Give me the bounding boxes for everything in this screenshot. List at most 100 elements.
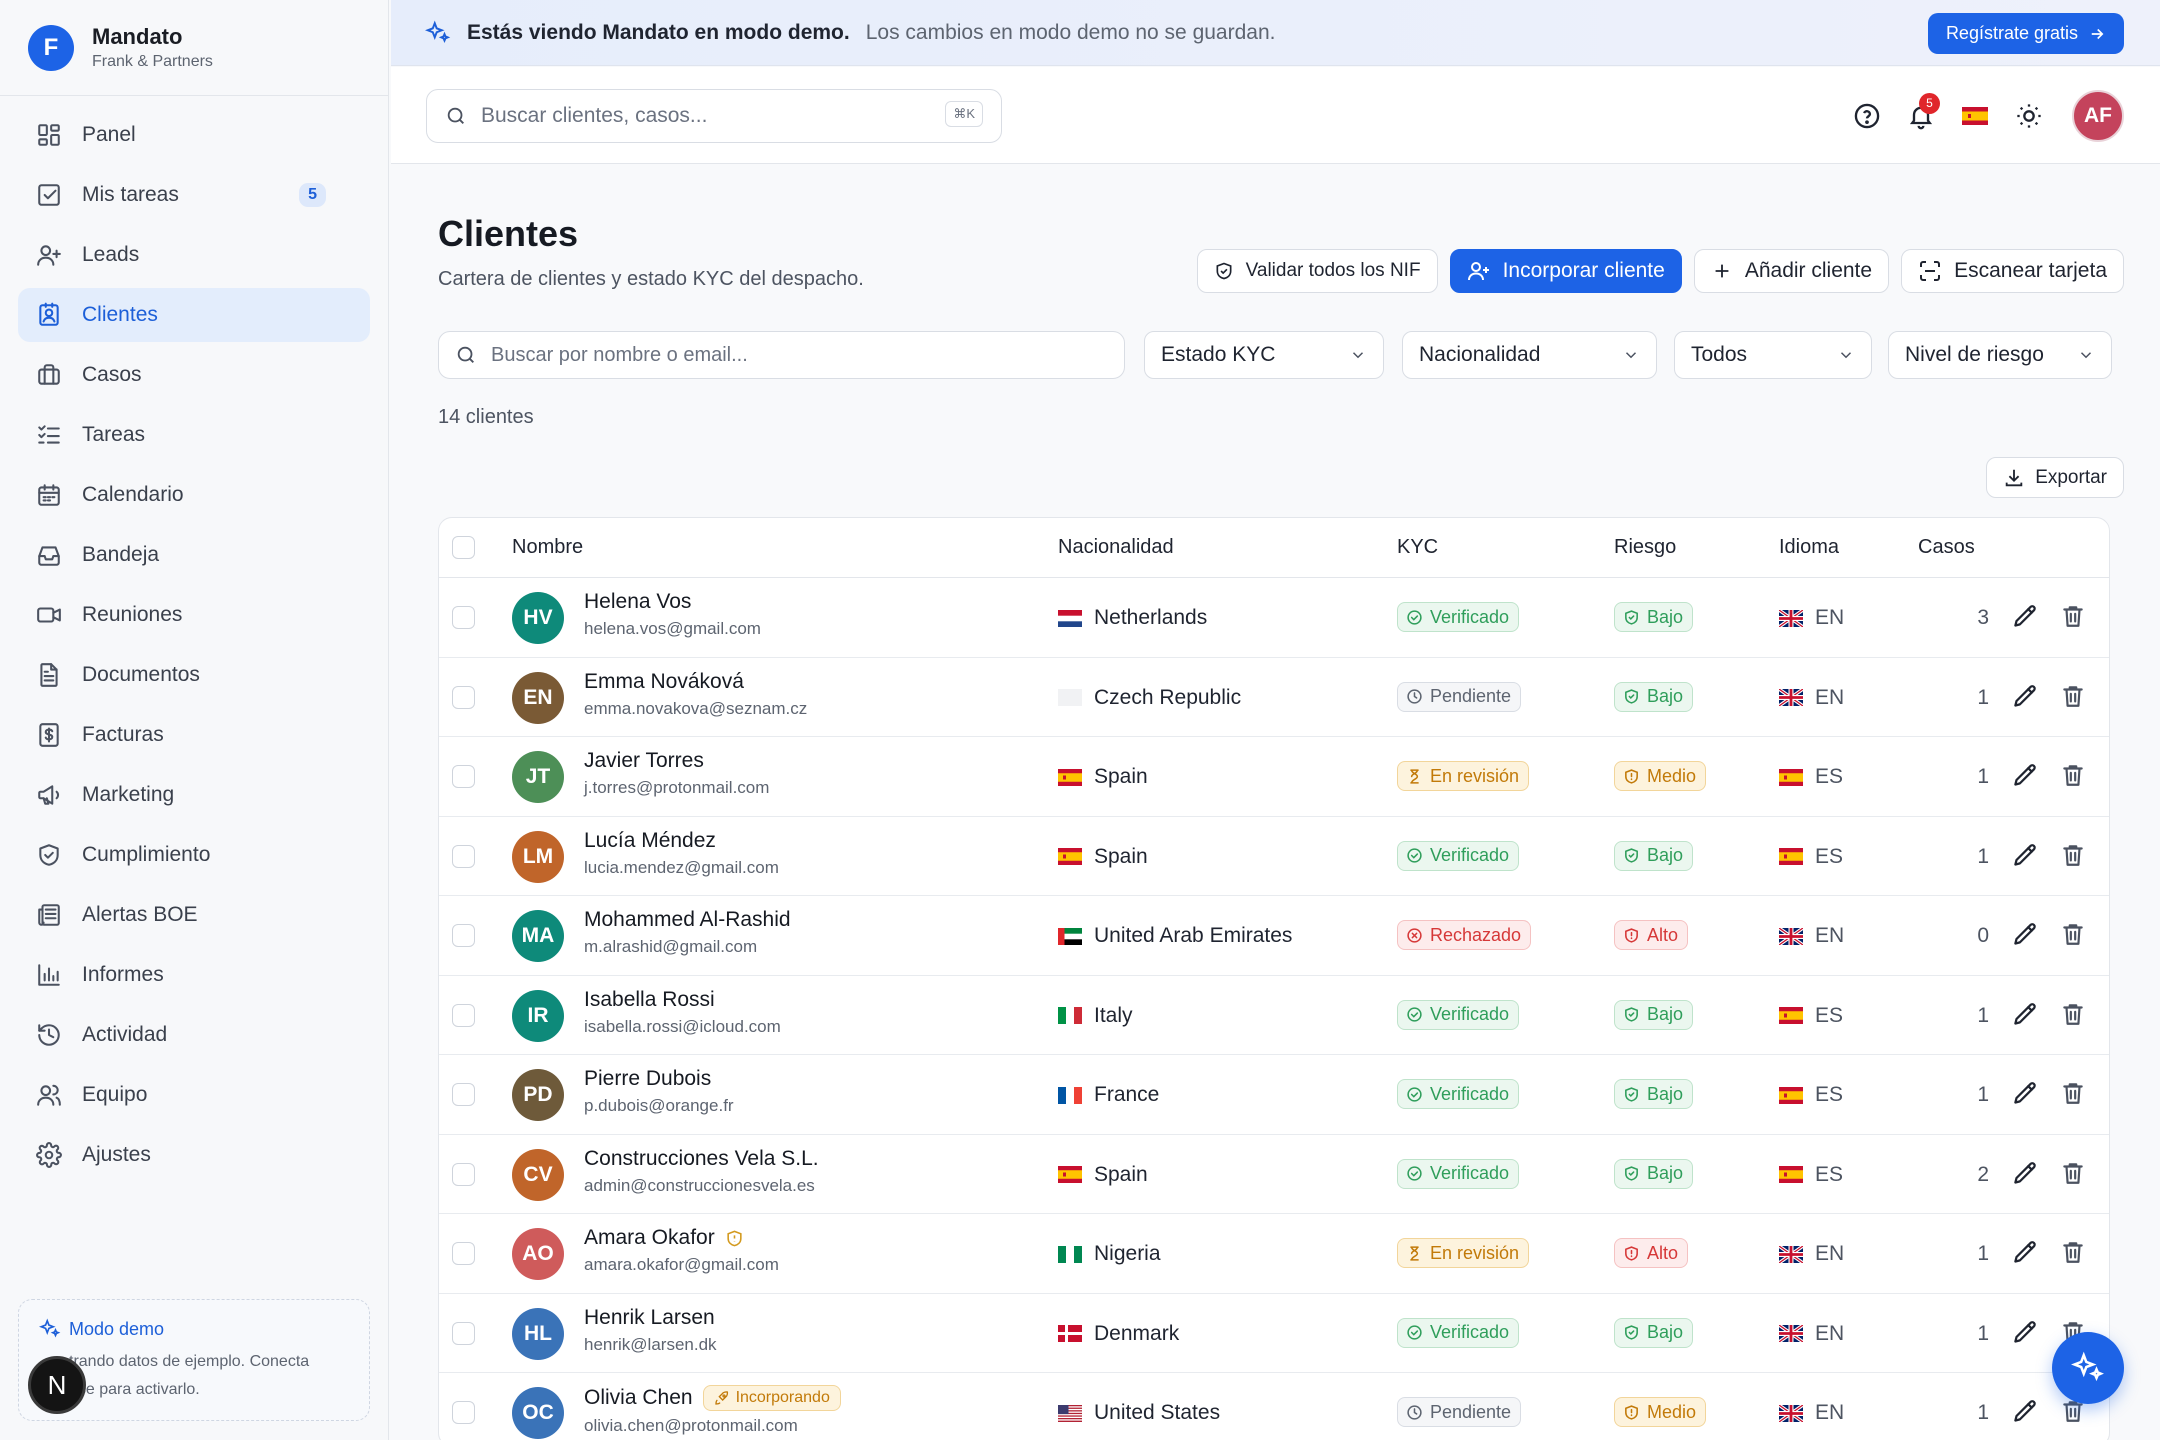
trash-icon[interactable] <box>2060 1001 2086 1027</box>
theme-toggle[interactable] <box>2002 89 2056 143</box>
sidebar-item-alertas-boe[interactable]: Alertas BOE <box>18 888 370 942</box>
register-button[interactable]: Regístrate gratis <box>1927 13 2124 54</box>
client-type-select[interactable]: Todos <box>1674 331 1872 379</box>
edit-icon[interactable] <box>2012 1398 2039 1425</box>
column-name[interactable]: Nombre <box>512 536 583 559</box>
table-row[interactable]: IR Isabella Rossi isabella.rossi@icloud.co… <box>439 976 2109 1055</box>
sidebar-item-clientes[interactable]: Clientes <box>18 288 370 342</box>
client-name[interactable]: Amara Okafor <box>584 1226 715 1250</box>
sidebar-item-leads[interactable]: Leads <box>18 228 370 282</box>
edit-icon[interactable] <box>2012 1239 2039 1266</box>
client-name[interactable]: Henrik Larsen <box>584 1306 715 1330</box>
column-risk[interactable]: Riesgo <box>1614 536 1676 559</box>
client-email: henrik@larsen.dk <box>584 1334 717 1354</box>
column-cases[interactable]: Casos <box>1918 536 1975 559</box>
user-avatar[interactable]: AF <box>2072 89 2124 142</box>
client-search-input[interactable]: Buscar por nombre o email... <box>438 331 1125 379</box>
global-search-input[interactable]: Buscar clientes, casos... ⌘K <box>426 89 1002 143</box>
trash-icon[interactable] <box>2060 762 2086 788</box>
kyc-status-select[interactable]: Estado KYC <box>1144 331 1384 379</box>
dev-tools-badge[interactable]: N <box>28 1356 86 1414</box>
edit-icon[interactable] <box>2012 603 2039 630</box>
row-checkbox[interactable] <box>452 1162 475 1186</box>
trash-icon[interactable] <box>2060 1080 2086 1106</box>
brand[interactable]: F Mandato Frank & Partners <box>0 0 388 96</box>
table-row[interactable]: AO Amara Okafor amara.okafor@gmail.com Nige… <box>439 1214 2109 1294</box>
table-row[interactable]: CV Construcciones Vela S.L. admin@construc… <box>439 1135 2109 1214</box>
edit-icon[interactable] <box>2012 1160 2039 1187</box>
sidebar-item-ajustes[interactable]: Ajustes <box>18 1128 370 1182</box>
sidebar-item-calendario[interactable]: Calendario <box>18 468 370 522</box>
client-name[interactable]: Helena Vos <box>584 590 691 614</box>
trash-icon[interactable] <box>2060 1160 2086 1186</box>
onboard-client-button[interactable]: Incorporar cliente <box>1449 249 1682 293</box>
sidebar-item-informes[interactable]: Informes <box>18 948 370 1002</box>
edit-icon[interactable] <box>2012 921 2039 948</box>
trash-icon[interactable] <box>2060 1239 2086 1265</box>
sidebar-item-tareas[interactable]: Tareas <box>18 408 370 462</box>
help-button[interactable] <box>1840 89 1894 143</box>
trash-icon[interactable] <box>2060 683 2086 709</box>
sidebar-item-casos[interactable]: Casos <box>18 348 370 402</box>
table-row[interactable]: HL Henrik Larsen henrik@larsen.dk Denmark Ve… <box>439 1294 2109 1373</box>
language-switcher[interactable] <box>1948 89 2002 143</box>
table-row[interactable]: JT Javier Torres j.torres@protonmail.com Sp… <box>439 737 2109 817</box>
row-checkbox[interactable] <box>452 844 475 868</box>
nationality-select[interactable]: Nacionalidad <box>1402 331 1657 379</box>
edit-icon[interactable] <box>2012 762 2039 789</box>
column-nationality[interactable]: Nacionalidad <box>1058 536 1174 559</box>
sidebar-item-reuniones[interactable]: Reuniones <box>18 588 370 642</box>
sidebar-item-bandeja[interactable]: Bandeja <box>18 528 370 582</box>
edit-icon[interactable] <box>2012 842 2039 869</box>
column-language[interactable]: Idioma <box>1779 536 1839 559</box>
trash-icon[interactable] <box>2060 921 2086 947</box>
table-row[interactable]: OC Olivia Chen Incorporando olivia.chen@pro… <box>439 1373 2109 1440</box>
export-button[interactable]: Exportar <box>1986 457 2124 498</box>
validate-nif-button[interactable]: Validar todos los NIF <box>1196 249 1438 293</box>
column-kyc[interactable]: KYC <box>1397 536 1438 559</box>
client-name[interactable]: Isabella Rossi <box>584 988 715 1012</box>
client-name[interactable]: Pierre Dubois <box>584 1067 711 1091</box>
table-row[interactable]: EN Emma Nováková emma.novakova@seznam.cz Cz… <box>439 658 2109 737</box>
table-row[interactable]: PD Pierre Dubois p.dubois@orange.fr France V… <box>439 1055 2109 1135</box>
client-name[interactable]: Olivia Chen <box>584 1386 693 1410</box>
trash-icon[interactable] <box>2060 603 2086 629</box>
notifications-button[interactable]: 5 <box>1894 89 1948 143</box>
edit-icon[interactable] <box>2012 683 2039 710</box>
row-checkbox[interactable] <box>452 1321 475 1345</box>
client-name[interactable]: Lucía Méndez <box>584 829 716 853</box>
scan-card-button[interactable]: Escanear tarjeta <box>1901 249 2124 293</box>
select-all-checkbox[interactable] <box>452 536 475 559</box>
sidebar-item-mis-tareas[interactable]: Mis tareas 5 <box>18 168 370 222</box>
row-checkbox[interactable] <box>452 685 475 709</box>
sidebar-item-facturas[interactable]: Facturas <box>18 708 370 762</box>
row-checkbox[interactable] <box>452 1401 475 1424</box>
row-checkbox[interactable] <box>452 1242 475 1265</box>
row-checkbox[interactable] <box>452 924 475 947</box>
row-checkbox[interactable] <box>452 1003 475 1027</box>
client-name[interactable]: Mohammed Al-Rashid <box>584 908 791 932</box>
sidebar-item-actividad[interactable]: Actividad <box>18 1008 370 1062</box>
row-checkbox[interactable] <box>452 1083 475 1106</box>
row-checkbox[interactable] <box>452 765 475 788</box>
sidebar-item-cumplimiento[interactable]: Cumplimiento <box>18 828 370 882</box>
table-row[interactable]: HV Helena Vos helena.vos@gmail.com Netherla… <box>439 578 2109 658</box>
sidebar-item-equipo[interactable]: Equipo <box>18 1068 370 1122</box>
sidebar-item-panel[interactable]: Panel <box>18 108 370 162</box>
table-row[interactable]: LM Lucía Méndez lucia.mendez@gmail.com Spai… <box>439 817 2109 896</box>
risk-level-select[interactable]: Nivel de riesgo <box>1888 331 2112 379</box>
client-name[interactable]: Construcciones Vela S.L. <box>584 1147 819 1171</box>
sidebar-item-marketing[interactable]: Marketing <box>18 768 370 822</box>
add-client-button[interactable]: Añadir cliente <box>1693 249 1890 293</box>
client-name[interactable]: Javier Torres <box>584 749 704 773</box>
row-checkbox[interactable] <box>452 606 475 629</box>
trash-icon[interactable] <box>2060 842 2086 868</box>
edit-icon[interactable] <box>2012 1001 2039 1028</box>
table-row[interactable]: MA Mohammed Al-Rashid m.alrashid@gmail.com… <box>439 896 2109 976</box>
edit-icon[interactable] <box>2012 1319 2039 1346</box>
edit-icon[interactable] <box>2012 1080 2039 1107</box>
nationality-cell: Spain <box>1058 1163 1148 1187</box>
ai-assistant-button[interactable] <box>2052 1332 2124 1404</box>
client-name[interactable]: Emma Nováková <box>584 670 744 694</box>
sidebar-item-documentos[interactable]: Documentos <box>18 648 370 702</box>
